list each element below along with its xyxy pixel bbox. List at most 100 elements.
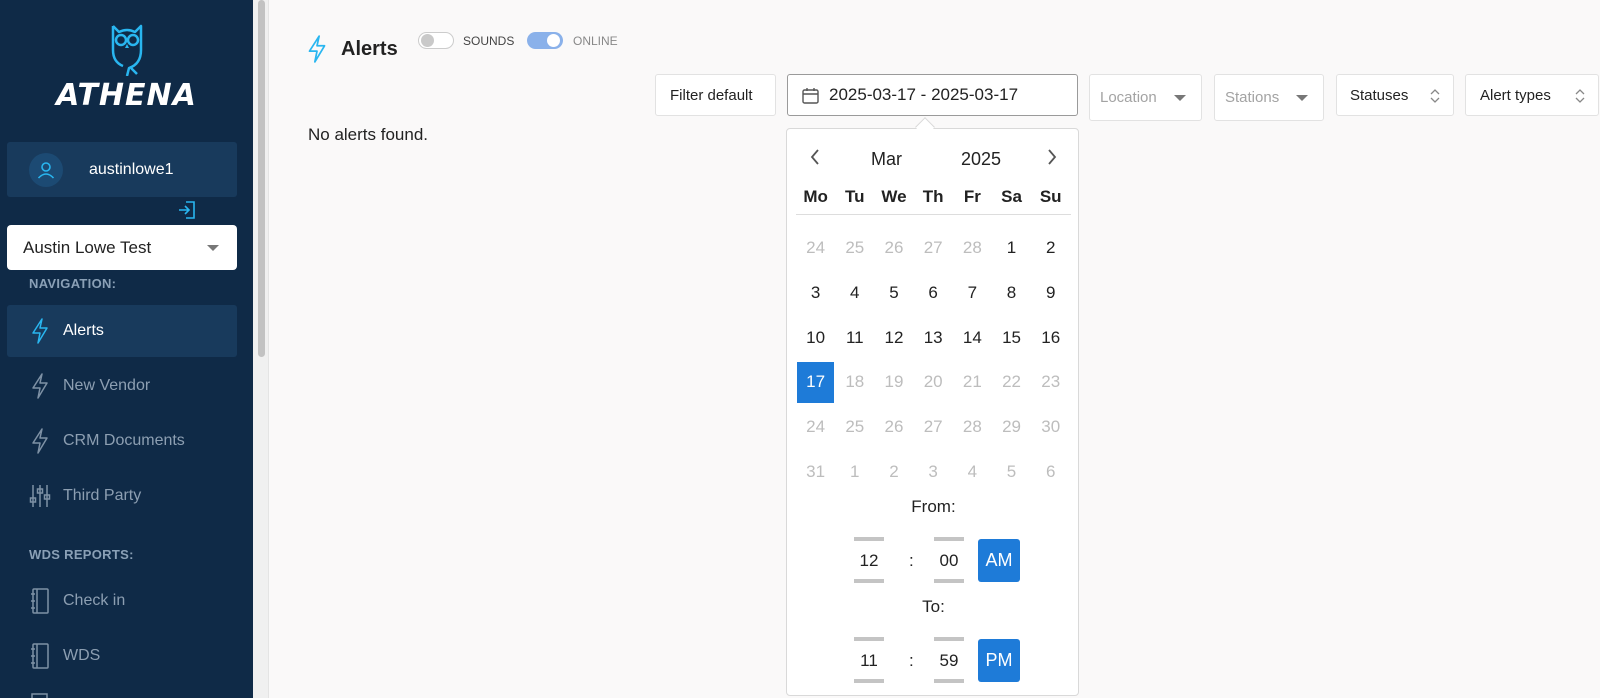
- filter-default-button[interactable]: Filter default: [655, 74, 776, 116]
- calendar-day[interactable]: 4: [835, 271, 874, 316]
- sidebar-item-third-party[interactable]: Third Party: [7, 470, 237, 522]
- calendar-day[interactable]: 21: [953, 360, 992, 405]
- calendar-day[interactable]: 25: [835, 226, 874, 271]
- page-header: Alerts: [307, 35, 398, 63]
- sidebar-item-label: Check in: [63, 592, 126, 609]
- calendar-day[interactable]: 26: [874, 226, 913, 271]
- logout-button[interactable]: [177, 200, 197, 225]
- calendar-day[interactable]: 7: [953, 271, 992, 316]
- calendar-day[interactable]: 6: [914, 271, 953, 316]
- increment-minute[interactable]: [934, 537, 964, 541]
- calendar-day[interactable]: 27: [914, 226, 953, 271]
- sidebar-item-alerts[interactable]: Alerts: [7, 305, 237, 357]
- calendar-day[interactable]: 19: [874, 360, 913, 405]
- chevron-left-icon[interactable]: [809, 148, 821, 166]
- weekday-header: Mo Tu We Th Fr Sa Su: [796, 181, 1071, 215]
- calendar-day[interactable]: 28: [953, 405, 992, 450]
- calendar-day[interactable]: 9: [1031, 271, 1070, 316]
- avatar: [29, 152, 63, 187]
- weekday-label: Su: [1039, 187, 1062, 206]
- calendar-day[interactable]: 11: [835, 315, 874, 360]
- sidebar-item-crm-documents[interactable]: CRM Documents: [7, 415, 237, 467]
- calendar-day-selected[interactable]: 17: [797, 362, 835, 403]
- brand-name: ATHENA: [56, 78, 197, 113]
- organization-select-value: Austin Lowe Test: [23, 237, 152, 257]
- chevron-right-icon[interactable]: [1046, 148, 1058, 166]
- sidebar-scrollbar[interactable]: [253, 0, 269, 698]
- sidebar-item-wds[interactable]: WDS: [7, 630, 237, 682]
- decrement-minute[interactable]: [934, 679, 964, 683]
- to-time-picker: 11 : 59 PM: [787, 637, 1080, 683]
- increment-minute[interactable]: [934, 637, 964, 641]
- to-hour-input[interactable]: 11: [854, 637, 884, 683]
- calendar-day[interactable]: 22: [992, 360, 1031, 405]
- calendar-day[interactable]: 2: [1031, 226, 1070, 271]
- sidebar-item-check-in[interactable]: Check in: [7, 575, 237, 627]
- calendar-day[interactable]: 13: [914, 315, 953, 360]
- date-range-value: 2025-03-17 - 2025-03-17: [829, 85, 1019, 104]
- calendar-day[interactable]: 31: [796, 449, 835, 494]
- calendar-day[interactable]: 20: [914, 360, 953, 405]
- calendar-day[interactable]: 16: [1031, 315, 1070, 360]
- decrement-minute[interactable]: [934, 579, 964, 583]
- calendar-day[interactable]: 4: [953, 449, 992, 494]
- user-profile[interactable]: austinlowe1: [7, 142, 237, 197]
- calendar-day[interactable]: 1: [835, 449, 874, 494]
- weekday-label: Fr: [963, 187, 981, 206]
- calendar-day[interactable]: 23: [1031, 360, 1070, 405]
- page-title: Alerts: [341, 37, 398, 60]
- increment-hour[interactable]: [854, 637, 884, 641]
- calendar-day[interactable]: 1: [992, 226, 1031, 271]
- calendar-day[interactable]: 28: [953, 226, 992, 271]
- online-label: ONLINE: [573, 34, 618, 48]
- calendar-day[interactable]: 30: [1031, 405, 1070, 450]
- from-ampm-toggle[interactable]: AM: [978, 539, 1020, 582]
- calendar-day[interactable]: 26: [874, 405, 913, 450]
- time-separator: :: [909, 551, 914, 570]
- calendar-day[interactable]: 27: [914, 405, 953, 450]
- scrollbar-thumb[interactable]: [258, 0, 265, 357]
- calendar-day[interactable]: 14: [953, 315, 992, 360]
- alert-types-select[interactable]: Alert types: [1465, 74, 1599, 116]
- sidebar-item-label: New Vendor: [63, 377, 151, 394]
- wds-reports-section-label: WDS REPORTS:: [29, 547, 134, 562]
- calendar-day[interactable]: 3: [796, 271, 835, 316]
- to-ampm-toggle[interactable]: PM: [978, 639, 1020, 682]
- to-hour-value: 11: [860, 651, 878, 670]
- date-range-picker[interactable]: 2025-03-17 - 2025-03-17: [787, 74, 1078, 116]
- calendar-day[interactable]: 12: [874, 315, 913, 360]
- updown-chevron-icon: [1575, 89, 1585, 103]
- navigation-section-label: NAVIGATION:: [29, 276, 117, 291]
- location-select[interactable]: Location: [1089, 74, 1202, 121]
- calendar-day[interactable]: 2: [874, 449, 913, 494]
- calendar-day[interactable]: 18: [835, 360, 874, 405]
- decrement-hour[interactable]: [854, 679, 884, 683]
- from-minute-input[interactable]: 00: [934, 537, 964, 583]
- calendar-day[interactable]: 6: [1031, 449, 1070, 494]
- calendar-day[interactable]: 15: [992, 315, 1031, 360]
- calendar-day[interactable]: 8: [992, 271, 1031, 316]
- username: austinlowe1: [89, 160, 174, 178]
- increment-hour[interactable]: [854, 537, 884, 541]
- calendar-icon: [802, 87, 819, 104]
- sidebar-item-new-vendor[interactable]: New Vendor: [7, 360, 237, 412]
- brand-logo[interactable]: ATHENA: [0, 20, 253, 113]
- calendar-day[interactable]: 5: [874, 271, 913, 316]
- calendar-year[interactable]: 2025: [961, 149, 1001, 170]
- stations-select[interactable]: Stations: [1214, 74, 1324, 121]
- calendar-day[interactable]: 24: [796, 226, 835, 271]
- from-hour-input[interactable]: 12: [854, 537, 884, 583]
- sounds-toggle[interactable]: [418, 32, 454, 49]
- to-minute-input[interactable]: 59: [934, 637, 964, 683]
- calendar-day[interactable]: 10: [796, 315, 835, 360]
- calendar-day[interactable]: 5: [992, 449, 1031, 494]
- online-toggle[interactable]: [527, 32, 563, 49]
- statuses-select[interactable]: Statuses: [1336, 74, 1454, 116]
- calendar-day[interactable]: 25: [835, 405, 874, 450]
- calendar-day[interactable]: 24: [796, 405, 835, 450]
- organization-select[interactable]: Austin Lowe Test: [7, 225, 237, 270]
- decrement-hour[interactable]: [854, 579, 884, 583]
- calendar-month[interactable]: Mar: [871, 149, 902, 170]
- calendar-day[interactable]: 3: [914, 449, 953, 494]
- calendar-day[interactable]: 29: [992, 405, 1031, 450]
